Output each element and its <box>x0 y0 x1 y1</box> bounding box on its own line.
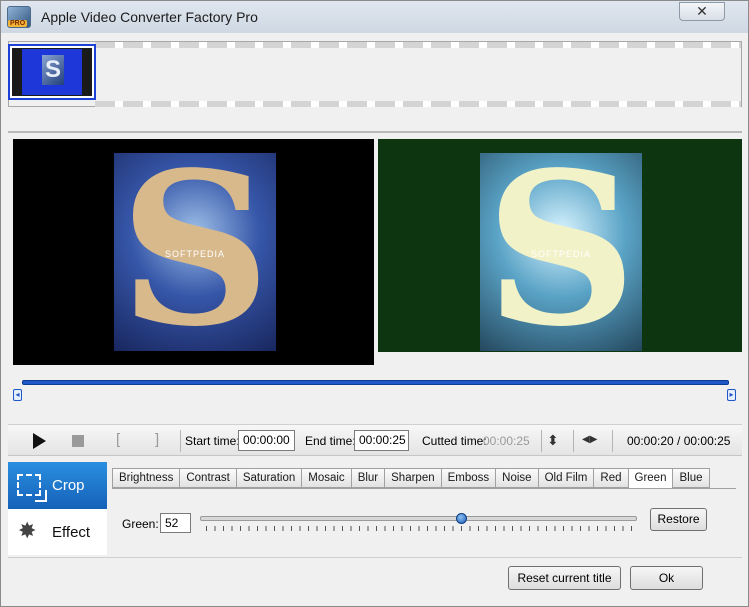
close-button[interactable]: ✕ <box>679 2 725 21</box>
output-frame: S SOFTPEDIA <box>480 153 642 351</box>
green-label: Green: <box>122 517 159 531</box>
main-window: PRO Apple Video Converter Factory Pro ✕ … <box>0 0 749 607</box>
crop-tab-label: Crop <box>52 477 85 494</box>
footer-divider <box>8 557 742 558</box>
cutted-time-value: 00:00:25 <box>483 434 530 448</box>
effect-tab[interactable]: ✸ Effect <box>8 509 107 555</box>
tab-blue[interactable]: Blue <box>672 468 710 488</box>
original-watermark: SOFTPEDIA <box>164 249 225 259</box>
tab-baseline <box>112 488 736 489</box>
playback-controls: [ ] Start time: 00:00:00 End time: 00:00… <box>8 424 742 456</box>
window-title: Apple Video Converter Factory Pro <box>41 9 258 25</box>
reset-current-title-button[interactable]: Reset current title <box>508 566 621 590</box>
stop-icon[interactable] <box>72 435 84 447</box>
tab-contrast[interactable]: Contrast <box>179 468 237 488</box>
playback-position: 00:00:20 / 00:00:25 <box>627 434 731 448</box>
timeline-bar[interactable] <box>22 380 729 385</box>
separator <box>573 430 574 452</box>
end-time-input[interactable]: 00:00:25 <box>354 430 409 451</box>
output-watermark: SOFTPEDIA <box>530 249 591 259</box>
tab-noise[interactable]: Noise <box>495 468 539 488</box>
end-time-label: End time: <box>305 434 356 448</box>
crop-tab[interactable]: Crop <box>8 462 107 509</box>
original-frame: S SOFTPEDIA <box>114 153 276 351</box>
green-value-input[interactable]: 52 <box>160 513 191 533</box>
play-icon[interactable] <box>33 433 46 449</box>
crop-icon <box>17 474 47 502</box>
effect-panel: Brightness Contrast Saturation Mosaic Blur Sh… <box>107 462 742 555</box>
separator <box>612 430 613 452</box>
tab-old-film[interactable]: Old Film <box>537 468 595 488</box>
timeline-end-handle[interactable]: ▸ <box>727 389 736 401</box>
app-icon: PRO <box>7 6 31 28</box>
tab-brightness[interactable]: Brightness <box>112 468 181 488</box>
restore-button[interactable]: Restore <box>650 508 707 531</box>
output-preview: S SOFTPEDIA <box>378 139 742 352</box>
thumbnail-strip: S <box>8 41 742 107</box>
timeline-start-handle[interactable]: ◂ <box>13 389 22 401</box>
start-time-label: Start time: <box>185 434 240 448</box>
tab-sharpen[interactable]: Sharpen <box>384 468 442 488</box>
video-thumbnail[interactable]: S <box>8 44 96 100</box>
start-time-input[interactable]: 00:00:00 <box>238 430 295 451</box>
original-preview: S SOFTPEDIA <box>13 139 374 365</box>
green-slider[interactable] <box>200 516 637 521</box>
mark-in-icon[interactable]: [ <box>116 431 120 451</box>
tab-saturation[interactable]: Saturation <box>235 468 303 488</box>
effect-tab-strip: Brightness Contrast Saturation Mosaic Blur Sh… <box>112 468 710 489</box>
effect-icon: ✸ <box>18 518 37 543</box>
tab-mosaic[interactable]: Mosaic <box>301 468 352 488</box>
pro-badge: PRO <box>8 20 28 27</box>
cutted-time-label: Cutted time: <box>422 434 487 448</box>
tab-red[interactable]: Red <box>593 468 629 488</box>
tab-blur[interactable]: Blur <box>350 468 386 488</box>
effect-tab-label: Effect <box>52 524 91 541</box>
separator <box>541 430 542 452</box>
mark-out-icon[interactable]: ] <box>155 431 159 451</box>
slider-ticks <box>206 526 632 531</box>
film-perforation-top <box>95 42 741 48</box>
flip-vertical-icon[interactable]: ⬍ <box>547 432 559 449</box>
flip-horizontal-icon[interactable]: ◀▶ <box>582 434 597 445</box>
separator <box>180 430 181 452</box>
green-slider-thumb[interactable] <box>456 513 468 524</box>
tab-emboss[interactable]: Emboss <box>440 468 497 488</box>
thumbnail-background: S <box>22 49 82 95</box>
thumbnail-image: S <box>42 55 64 85</box>
tab-green[interactable]: Green <box>627 468 674 489</box>
ok-button[interactable]: Ok <box>630 566 703 590</box>
section-divider <box>8 131 742 133</box>
film-perforation-bottom <box>95 101 741 107</box>
title-bar: PRO Apple Video Converter Factory Pro ✕ <box>1 1 748 33</box>
